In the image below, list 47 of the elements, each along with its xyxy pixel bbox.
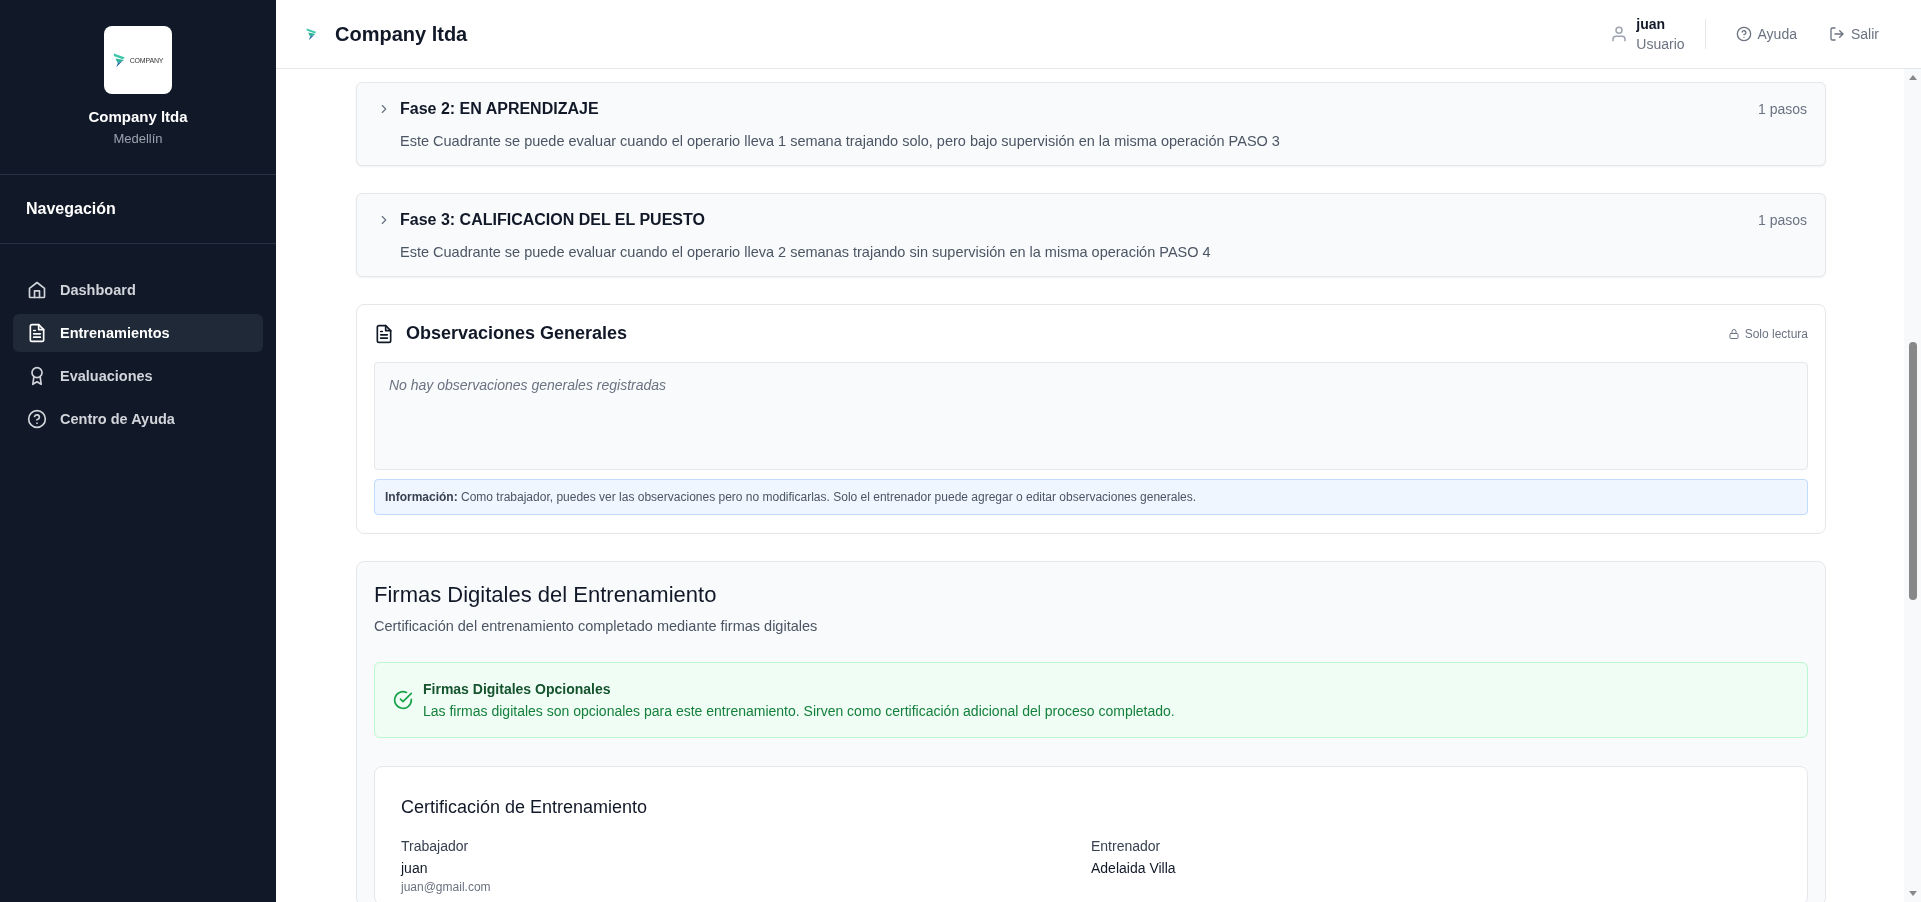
email-text: juan@gmail.com	[401, 880, 492, 894]
logout-button[interactable]: Salir	[1823, 22, 1885, 46]
scroll-thumb[interactable]	[1908, 342, 1917, 600]
help-button[interactable]: Ayuda	[1729, 22, 1803, 46]
step-count: 1 pasos	[1757, 101, 1807, 117]
nav-item[interactable]: Dashboard	[13, 271, 263, 309]
nav-item[interactable]: Entrenamientos	[13, 314, 263, 352]
role-label: Trabajador	[401, 838, 470, 854]
nav-item[interactable]: Centro de Ayuda	[13, 400, 263, 438]
user-icon	[1610, 25, 1629, 43]
person-name: juan	[401, 860, 429, 876]
read-only-label: Solo lectura	[1744, 326, 1808, 341]
info-note: Información: Como trabajador, puedes ver las observaciones pero no modificarlas. Solo el entrenador puede agregar o editar observaciones generales.	[374, 479, 1808, 515]
phase-title: Fase 3: CALIFICACION DEL EL PUESTO	[400, 211, 706, 229]
scroll-down-arrow[interactable]	[1908, 891, 1917, 896]
user-role: Usuario	[1636, 36, 1685, 52]
logout-icon	[1829, 26, 1845, 42]
lock-icon	[1727, 327, 1740, 340]
scrollbar[interactable]	[1904, 69, 1921, 902]
nav-heading: Navegación	[26, 200, 117, 218]
document-icon	[374, 323, 394, 344]
observations-field[interactable]: No hay observaciones generales registradas	[374, 362, 1808, 470]
section-title: Firmas Digitales del Entrenamiento	[374, 582, 718, 608]
certificate-title: Certificación de Entrenamiento	[401, 797, 649, 818]
company-name: Company ltda	[88, 108, 188, 125]
phase-card[interactable]: Fase 3: CALIFICACION DEL EL PUESTO 1 pasos Este Cuadrante se puede evaluar cuando el operario lleva 2 semanas trajando sin supervisión en la misma operación PASO 4	[356, 193, 1826, 277]
help-icon	[27, 409, 47, 429]
role-label: Entrenador	[1091, 838, 1162, 854]
user-name: juan	[1636, 16, 1667, 32]
help-icon	[1735, 26, 1752, 42]
check-circle-icon	[393, 690, 413, 710]
phase-description: Este Cuadrante se puede evaluar cuando el operario lleva 1 semana trajando solo, pero bajo supervisión en la misma operación PASO 3	[400, 133, 1281, 149]
app-title: Company ltda	[335, 22, 468, 46]
nav-item[interactable]: Evaluaciones	[13, 357, 263, 395]
section-title: Observaciones Generales	[406, 323, 628, 344]
document-icon	[27, 323, 47, 343]
alert-text: Las firmas digitales son opcionales para este entrenamiento. Sirven como certificación adicional del proceso completado.	[423, 703, 1175, 719]
scroll-up-arrow[interactable]	[1908, 75, 1917, 80]
home-icon	[27, 280, 47, 300]
city-label: Medellín	[113, 131, 163, 146]
person-name: Adelaida Villa	[1091, 860, 1177, 876]
alert-title: Firmas Digitales Opcionales	[423, 681, 612, 697]
step-count: 1 pasos	[1757, 212, 1807, 228]
phase-title: Fase 2: EN APRENDIZAJE	[400, 100, 600, 118]
section-subtitle: Certificación del entrenamiento completado mediante firmas digitales	[374, 618, 819, 634]
phase-description: Este Cuadrante se puede evaluar cuando el operario lleva 2 semanas trajando sin supervisión en la misma operación PASO 4	[400, 244, 1212, 260]
phase-card[interactable]: Fase 2: EN APRENDIZAJE 1 pasos Este Cuadrante se puede evaluar cuando el operario lleva 1 semana trajando solo, pero bajo supervisión en la misma operación PASO 3	[356, 82, 1826, 166]
